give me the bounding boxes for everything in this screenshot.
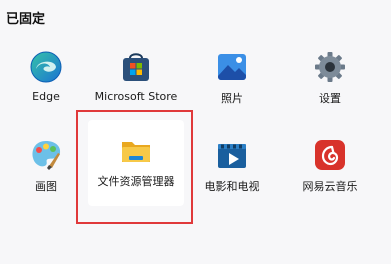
app-label: Edge (32, 90, 60, 103)
settings-gear-icon (315, 52, 345, 82)
paint-palette-icon (32, 141, 61, 170)
app-tile-paint[interactable]: 画图 (0, 130, 92, 214)
app-label: 网易云音乐 (302, 180, 358, 193)
netease-music-icon (315, 140, 345, 170)
movies-tv-icon (218, 144, 246, 168)
app-label: 电影和电视 (204, 180, 260, 193)
app-label: Microsoft Store (94, 90, 178, 103)
app-tile-netease-music[interactable]: 网易云音乐 (284, 130, 376, 214)
app-label: 文件资源管理器 (97, 175, 175, 188)
app-label: 设置 (319, 92, 341, 105)
app-tile-edge[interactable]: Edge (0, 42, 92, 126)
app-tile-microsoft-store[interactable]: Microsoft Store (90, 42, 182, 126)
file-explorer-folder-icon (122, 142, 150, 162)
section-title: 已固定 (6, 12, 46, 27)
microsoft-store-icon (123, 53, 149, 81)
edge-icon (30, 51, 62, 83)
app-label: 照片 (221, 92, 243, 105)
photos-icon (218, 54, 246, 80)
app-tile-settings[interactable]: 设置 (284, 42, 376, 126)
app-label: 画图 (35, 180, 57, 193)
app-tile-movies-tv[interactable]: 电影和电视 (186, 130, 278, 214)
app-tile-file-explorer[interactable]: 文件资源管理器 (88, 120, 184, 206)
app-tile-photos[interactable]: 照片 (186, 42, 278, 126)
